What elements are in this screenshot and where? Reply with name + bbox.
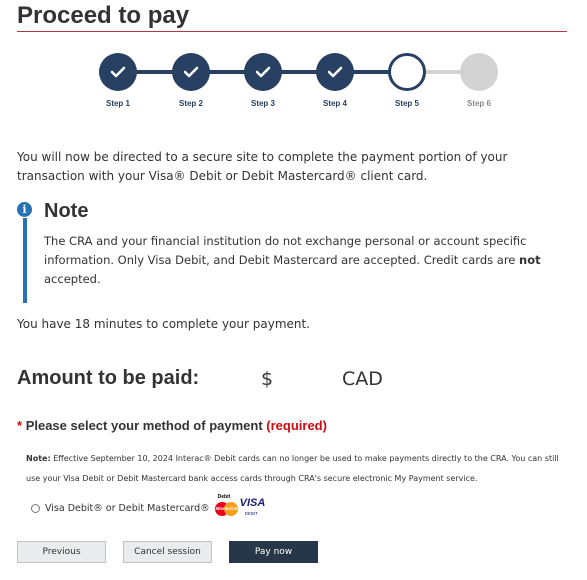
step-6-label: Step 6	[466, 99, 491, 108]
note-title: Note	[44, 200, 89, 222]
payment-option-radio[interactable]	[31, 503, 40, 513]
cancel-session-button[interactable]: Cancel session	[123, 541, 212, 563]
step-3-marker	[244, 53, 282, 91]
step-4-marker	[316, 53, 354, 91]
payment-option-visa-mastercard[interactable]: Visa Debit® or Debit Mastercard® Debit M…	[31, 494, 266, 520]
mastercard-debit-text: Debit	[217, 494, 231, 500]
payment-method-label: * Please select your method of payment (…	[17, 418, 327, 433]
card-logos: Debit MasterCard VISA DEBIT	[213, 494, 266, 520]
previous-button[interactable]: Previous	[17, 541, 106, 563]
title-divider	[17, 31, 567, 32]
checkmark-icon	[110, 66, 126, 78]
amount-label: Amount to be paid:	[17, 367, 200, 389]
pay-now-button[interactable]: Pay now	[229, 541, 318, 563]
page-title: Proceed to pay	[17, 2, 190, 29]
step-2-marker	[172, 53, 210, 91]
visa-debit-text: DEBIT	[244, 511, 258, 516]
required-tag: (required)	[266, 418, 327, 433]
note-body-emphasis: not	[519, 253, 541, 267]
step-3-label: Step 3	[250, 99, 275, 108]
progress-stepper: Step 1 Step 2 Step 3 Step 4 Step 5 Step …	[80, 53, 520, 113]
checkmark-icon	[327, 66, 343, 78]
step-6-marker	[460, 53, 498, 91]
step-4-label: Step 4	[322, 99, 347, 108]
step-1-marker	[99, 53, 137, 91]
time-remaining-text: You have 18 minutes to complete your pay…	[17, 317, 311, 331]
payment-method-text: Please select your method of payment	[25, 418, 263, 433]
info-icon: i	[17, 202, 32, 217]
step-1-label: Step 1	[105, 99, 130, 108]
step-2-label: Step 2	[178, 99, 203, 108]
interac-notice-label: Note:	[26, 454, 51, 463]
required-asterisk: *	[17, 418, 23, 433]
step-5-label: Step 5	[394, 99, 419, 108]
visa-logo: VISA	[239, 497, 266, 509]
note-body-start: The CRA and your financial institution d…	[44, 234, 527, 267]
amount-currency-code: CAD	[342, 368, 383, 390]
payment-option-label[interactable]: Visa Debit® or Debit Mastercard®	[45, 503, 210, 514]
interac-notice: Note: Effective September 10, 2024 Inter…	[26, 449, 566, 489]
note-callout: i Note The CRA and your financial instit…	[17, 200, 567, 303]
checkmark-icon	[255, 66, 271, 78]
intro-text: You will now be directed to a secure sit…	[17, 150, 508, 183]
mastercard-wordmark: MasterCard	[215, 506, 241, 511]
checkmark-icon	[183, 66, 199, 78]
interac-notice-text: Effective September 10, 2024 Interac® De…	[26, 454, 559, 483]
step-5-marker	[388, 53, 426, 91]
amount-currency-symbol: $	[261, 368, 274, 390]
note-body-end: accepted.	[44, 272, 101, 286]
note-body: The CRA and your financial institution d…	[44, 232, 549, 289]
note-accent-bar	[23, 218, 27, 303]
